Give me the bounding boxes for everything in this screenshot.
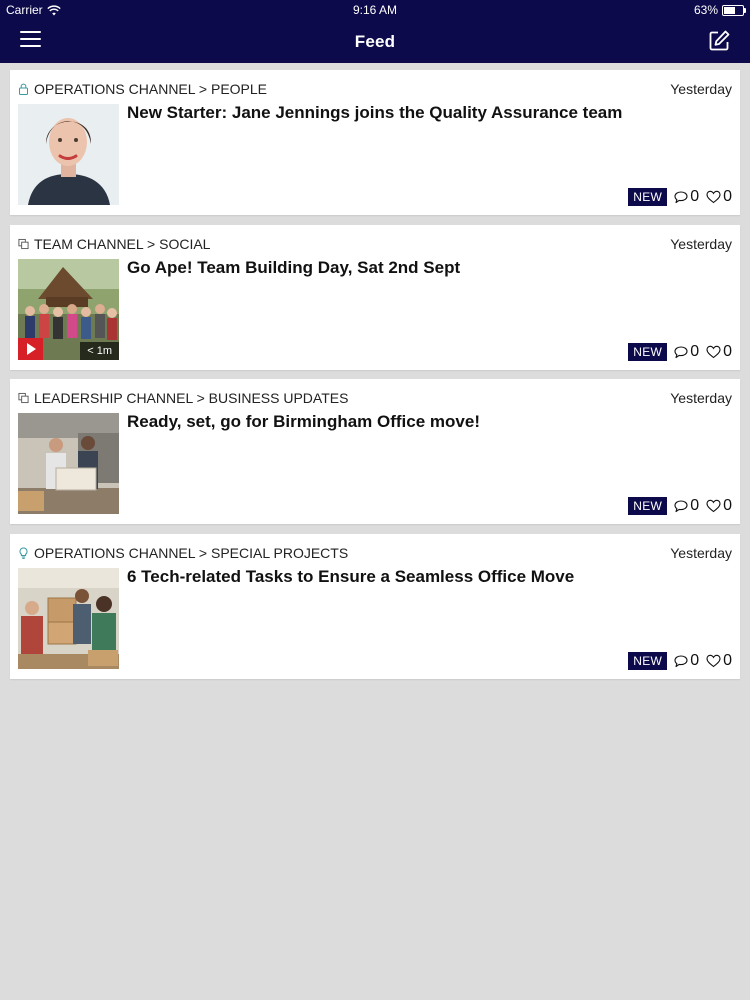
portrait-photo [18, 104, 119, 205]
channel-path[interactable]: OPERATIONS CHANNEL > SPECIAL PROJECTS [18, 544, 732, 562]
heart-icon [706, 499, 721, 513]
post-thumbnail[interactable] [18, 104, 119, 205]
navigation-bar: Feed [0, 20, 750, 63]
comment-count-value: 0 [690, 188, 700, 205]
comment-count[interactable]: 0 [674, 188, 699, 206]
comment-icon [674, 346, 688, 359]
like-count-value: 0 [723, 188, 732, 205]
heart-icon [706, 654, 721, 668]
comment-count-value: 0 [690, 652, 700, 669]
heart-icon [706, 345, 721, 359]
comment-icon [674, 191, 688, 204]
page-title: Feed [354, 32, 396, 51]
post-title[interactable]: Go Ape! Team Building Day, Sat 2nd Sept [127, 257, 717, 279]
post-date: Yesterday [670, 81, 732, 97]
channel-label: LEADERSHIP CHANNEL > BUSINESS UPDATES [34, 390, 349, 406]
card-header: OPERATIONS CHANNEL > PEOPLE Yesterday [18, 80, 732, 98]
top-bar: Carrier 9:16 AM 63% Feed [0, 0, 750, 63]
post-meta: NEW 0 0 [628, 652, 732, 670]
like-count[interactable]: 0 [706, 497, 732, 515]
lightbulb-icon [19, 547, 28, 559]
compose-icon[interactable] [709, 30, 730, 51]
post-thumbnail[interactable] [18, 413, 119, 514]
post-meta: NEW 0 0 [628, 343, 732, 361]
like-count[interactable]: 0 [706, 652, 732, 670]
video-duration: < 1m [80, 342, 119, 360]
like-count[interactable]: 0 [706, 343, 732, 361]
comment-count[interactable]: 0 [674, 343, 699, 361]
feed-card[interactable]: LEADERSHIP CHANNEL > BUSINESS UPDATES Ye… [10, 379, 740, 524]
post-meta: NEW 0 0 [628, 497, 732, 515]
card-header: OPERATIONS CHANNEL > SPECIAL PROJECTS Ye… [18, 544, 732, 562]
post-title[interactable]: 6 Tech-related Tasks to Ensure a Seamles… [127, 566, 717, 588]
channel-path[interactable]: TEAM CHANNEL > SOCIAL [18, 235, 732, 253]
copy-icon [18, 238, 29, 250]
status-time: 9:16 AM [352, 3, 398, 17]
feed-card[interactable]: TEAM CHANNEL > SOCIAL Yesterday < 1m Go … [10, 225, 740, 370]
new-badge: NEW [628, 652, 668, 670]
new-badge: NEW [628, 497, 668, 515]
post-date: Yesterday [670, 236, 732, 252]
battery-area: 63% [693, 0, 746, 20]
copy-icon [18, 392, 29, 404]
channel-label: TEAM CHANNEL > SOCIAL [34, 236, 211, 252]
comment-count[interactable]: 0 [674, 652, 699, 670]
feed-card[interactable]: OPERATIONS CHANNEL > SPECIAL PROJECTS Ye… [10, 534, 740, 679]
comment-icon [674, 500, 688, 513]
feed-card[interactable]: OPERATIONS CHANNEL > PEOPLE Yesterday Ne… [10, 70, 740, 215]
post-title[interactable]: Ready, set, go for Birmingham Office mov… [127, 411, 717, 433]
like-count-value: 0 [723, 343, 732, 360]
like-count[interactable]: 0 [706, 188, 732, 206]
status-bar: Carrier 9:16 AM 63% [0, 0, 750, 20]
like-count-value: 0 [723, 652, 732, 669]
comment-count-value: 0 [690, 343, 700, 360]
battery-percent: 63% [693, 3, 718, 17]
comment-count-value: 0 [690, 497, 700, 514]
new-badge: NEW [628, 188, 668, 206]
post-title[interactable]: New Starter: Jane Jennings joins the Qua… [127, 102, 717, 124]
comment-icon [674, 655, 688, 668]
lock-icon [19, 83, 28, 95]
channel-path[interactable]: OPERATIONS CHANNEL > PEOPLE [18, 80, 732, 98]
post-thumbnail[interactable] [18, 568, 119, 669]
post-date: Yesterday [670, 545, 732, 561]
new-badge: NEW [628, 343, 668, 361]
play-icon[interactable] [18, 338, 43, 360]
like-count-value: 0 [723, 497, 732, 514]
post-date: Yesterday [670, 390, 732, 406]
office-move-photo [18, 413, 119, 514]
comment-count[interactable]: 0 [674, 497, 699, 515]
post-meta: NEW 0 0 [628, 188, 732, 206]
post-thumbnail[interactable]: < 1m [18, 259, 119, 360]
channel-label: OPERATIONS CHANNEL > SPECIAL PROJECTS [34, 545, 349, 561]
team-photo [18, 568, 119, 669]
channel-path[interactable]: LEADERSHIP CHANNEL > BUSINESS UPDATES [18, 389, 732, 407]
channel-label: OPERATIONS CHANNEL > PEOPLE [34, 81, 268, 97]
heart-icon [706, 190, 721, 204]
card-header: LEADERSHIP CHANNEL > BUSINESS UPDATES Ye… [18, 389, 732, 407]
battery-icon [722, 4, 746, 16]
battery-fill [724, 6, 735, 14]
card-header: TEAM CHANNEL > SOCIAL Yesterday [18, 235, 732, 253]
